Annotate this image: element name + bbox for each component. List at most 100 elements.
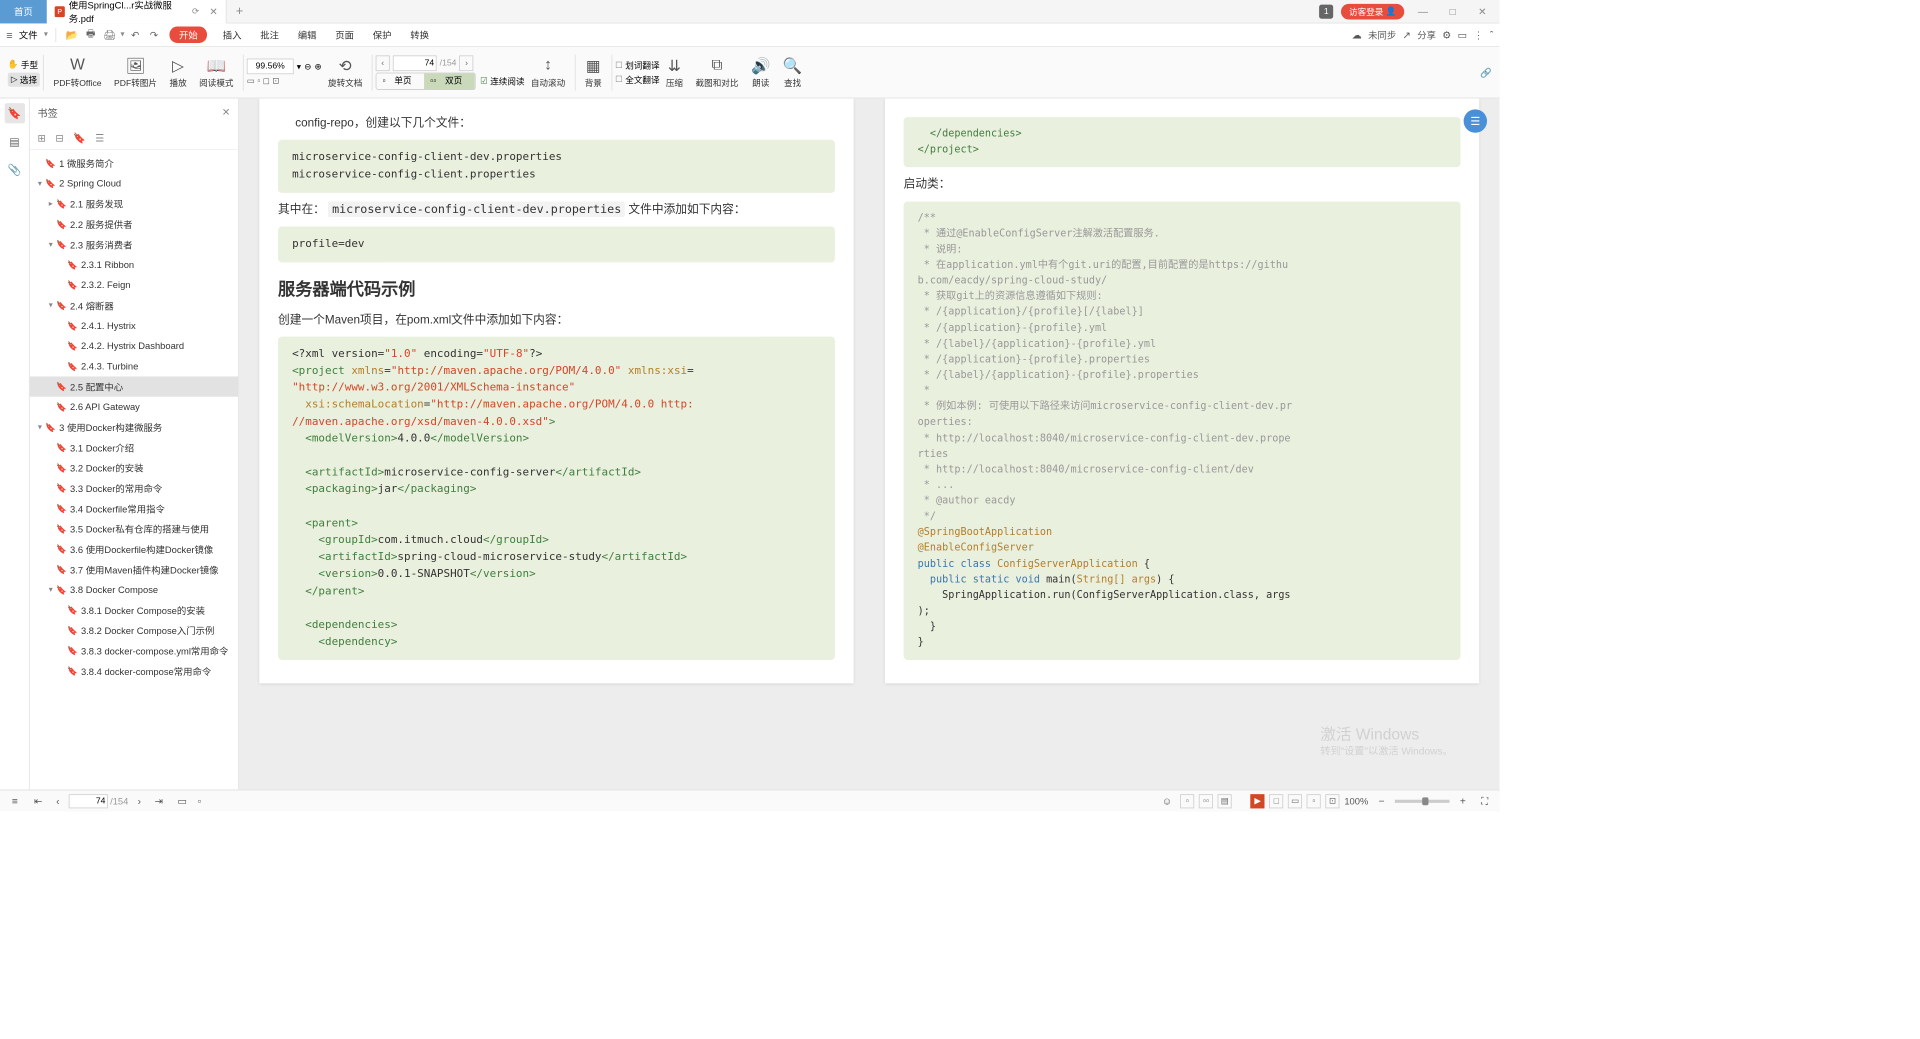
add-bookmark-icon[interactable]: 🔖: [73, 132, 86, 144]
bookmark-item[interactable]: ▾🔖2.3 服务消费者: [30, 234, 239, 254]
bookmark-item[interactable]: 🔖3.6 使用Dockerfile构建Docker镜像: [30, 539, 239, 559]
sb-face-icon[interactable]: ☺: [1158, 795, 1175, 807]
continuous-read-toggle[interactable]: 连续阅读: [480, 75, 524, 87]
menu-edit[interactable]: 编辑: [290, 28, 324, 41]
double-page-option[interactable]: ▫▫ 双页: [424, 73, 475, 89]
bookmark-item[interactable]: ▾🔖2 Spring Cloud: [30, 173, 239, 193]
thumbnails-icon[interactable]: ▤: [4, 131, 24, 151]
view-mode-3[interactable]: ▤: [1218, 794, 1232, 808]
collapse-ribbon-icon[interactable]: ˆ: [1490, 29, 1493, 41]
cloud-link-icon[interactable]: 🔗: [1480, 67, 1492, 78]
guest-login-button[interactable]: 访客登录👤: [1341, 4, 1404, 20]
record-icon[interactable]: ▶: [1251, 794, 1265, 808]
collapse-all-icon[interactable]: ⊟: [55, 132, 64, 144]
zoom-in-icon[interactable]: ⊕: [315, 61, 322, 71]
file-menu[interactable]: 文件: [19, 28, 38, 41]
close-tab-icon[interactable]: ✕: [209, 5, 218, 17]
save-icon[interactable]: 🖶: [83, 26, 99, 43]
next-page-icon[interactable]: ›: [131, 795, 148, 807]
sb-layout1-icon[interactable]: ▭: [174, 795, 191, 807]
auto-scroll[interactable]: ↕自动滚动: [525, 56, 572, 89]
floating-tool-icon[interactable]: ☰: [1464, 109, 1487, 132]
open-icon[interactable]: 📂: [64, 29, 80, 41]
read-mode[interactable]: 📖阅读模式: [193, 56, 240, 89]
bookmark-item[interactable]: ▸🔖2.1 服务发现: [30, 194, 239, 214]
close-window-button[interactable]: ✕: [1471, 5, 1493, 17]
prev-page-button[interactable]: ‹: [376, 55, 390, 71]
menu-convert[interactable]: 转换: [402, 28, 436, 41]
bookmark-item[interactable]: ▾🔖3 使用Docker构建微服务: [30, 417, 239, 437]
status-page-input[interactable]: [69, 794, 108, 808]
bookmark-options-icon[interactable]: ☰: [95, 132, 104, 144]
rotate-doc[interactable]: ⟲旋转文档: [322, 56, 369, 89]
actual-size-icon[interactable]: ◻: [263, 77, 270, 86]
background-button[interactable]: ▦背景: [578, 56, 608, 89]
bookmark-item[interactable]: 🔖2.5 配置中心: [30, 376, 239, 396]
bookmark-item[interactable]: 🔖3.4 Dockerfile常用指令: [30, 498, 239, 518]
bookmark-item[interactable]: 🔖3.5 Docker私有仓库的搭建与使用: [30, 519, 239, 539]
bookmark-item[interactable]: ▾🔖3.8 Docker Compose: [30, 580, 239, 600]
fullscreen-icon[interactable]: ⛶: [1476, 795, 1493, 807]
sb-layout2-icon[interactable]: ▫: [191, 795, 208, 807]
bookmark-item[interactable]: 🔖3.8.1 Docker Compose的安装: [30, 600, 239, 620]
view-mode-1[interactable]: ▫: [1180, 794, 1194, 808]
compress-button[interactable]: ⇊压缩: [660, 56, 690, 89]
screenshot-compare[interactable]: ⧉截图和对比: [689, 56, 744, 89]
hamburger-icon[interactable]: ≡: [6, 29, 12, 41]
menu-annotate[interactable]: 批注: [252, 28, 286, 41]
bookmark-item[interactable]: 🔖3.7 使用Maven插件构建Docker镜像: [30, 559, 239, 579]
bookmark-item[interactable]: 🔖3.1 Docker介绍: [30, 437, 239, 457]
more-icon[interactable]: ⋮: [1473, 29, 1483, 41]
bookmark-item[interactable]: 🔖2.2 服务提供者: [30, 214, 239, 234]
pdf-to-office[interactable]: WPDF转Office: [47, 56, 108, 89]
maximize-button[interactable]: □: [1442, 5, 1464, 17]
undo-icon[interactable]: ↶: [127, 29, 143, 41]
bookmark-item[interactable]: 🔖3.2 Docker的安装: [30, 458, 239, 478]
bookmark-item[interactable]: 🔖3.8.4 docker-compose常用命令: [30, 661, 239, 681]
document-tab[interactable]: P 使用SpringCl...r实战微服务.pdf ⟳ ✕: [47, 0, 227, 23]
zoom-out-icon[interactable]: ⊖: [304, 61, 311, 71]
zoom-slider[interactable]: [1395, 799, 1450, 802]
play-button[interactable]: ▷播放: [163, 56, 193, 89]
window-mode-icon[interactable]: ▭: [1458, 29, 1468, 41]
bookmark-item[interactable]: 🔖3.3 Docker的常用命令: [30, 478, 239, 498]
menu-page[interactable]: 页面: [327, 28, 361, 41]
sb-btn-4[interactable]: ⊡: [1326, 794, 1340, 808]
hand-tool[interactable]: ✋ 手型: [8, 58, 40, 70]
bookmark-item[interactable]: 🔖2.4.2. Hystrix Dashboard: [30, 336, 239, 356]
zoom-in-sb-icon[interactable]: +: [1454, 795, 1471, 807]
bookmark-item[interactable]: ▾🔖2.4 熔断器: [30, 295, 239, 315]
bookmark-item[interactable]: 🔖2.3.1 Ribbon: [30, 255, 239, 275]
word-translate-toggle[interactable]: 划词翻译: [615, 59, 659, 71]
gear-icon[interactable]: ⚙: [1442, 29, 1451, 41]
fit-page-icon[interactable]: ▫: [257, 77, 260, 86]
last-page-icon[interactable]: ⇥: [150, 795, 167, 807]
start-tab[interactable]: 开始: [170, 27, 208, 43]
new-tab-button[interactable]: +: [227, 4, 253, 18]
read-aloud[interactable]: 🔊朗读: [745, 56, 777, 89]
single-page-option[interactable]: ▫ 单页: [376, 73, 424, 89]
sb-btn-3[interactable]: ▫: [1307, 794, 1321, 808]
bookmark-item[interactable]: 🔖2.6 API Gateway: [30, 397, 239, 417]
bookmark-item[interactable]: 🔖3.8.3 docker-compose.yml常用命令: [30, 640, 239, 660]
next-page-button[interactable]: ›: [460, 55, 474, 71]
share-icon[interactable]: ↗: [1403, 29, 1412, 41]
minimize-button[interactable]: —: [1412, 5, 1434, 17]
notification-badge[interactable]: 1: [1319, 4, 1333, 18]
document-view[interactable]: ☰ config-repo，创建以下几个文件： microservice-con…: [239, 98, 1500, 789]
fit-visible-icon[interactable]: ⊡: [272, 77, 279, 86]
redo-icon[interactable]: ↷: [146, 29, 162, 41]
zoom-input[interactable]: [247, 59, 294, 75]
home-tab[interactable]: 首页: [0, 0, 47, 23]
bookmark-item[interactable]: 🔖2.4.1. Hystrix: [30, 316, 239, 336]
menu-insert[interactable]: 插入: [215, 28, 249, 41]
page-input[interactable]: [393, 55, 437, 71]
print-icon[interactable]: 🖨: [102, 29, 118, 41]
bookmark-item[interactable]: 🔖1 微服务简介: [30, 153, 239, 173]
select-tool[interactable]: ▷ 选择: [8, 72, 40, 86]
full-translate-toggle[interactable]: 全文翻译: [615, 73, 659, 85]
page-layout-toggle[interactable]: ▫ 单页 ▫▫ 双页: [376, 72, 476, 89]
prev-page-icon[interactable]: ‹: [49, 795, 66, 807]
attachments-icon[interactable]: 📎: [4, 159, 24, 179]
pdf-to-image[interactable]: 🖼PDF转图片: [108, 56, 163, 89]
